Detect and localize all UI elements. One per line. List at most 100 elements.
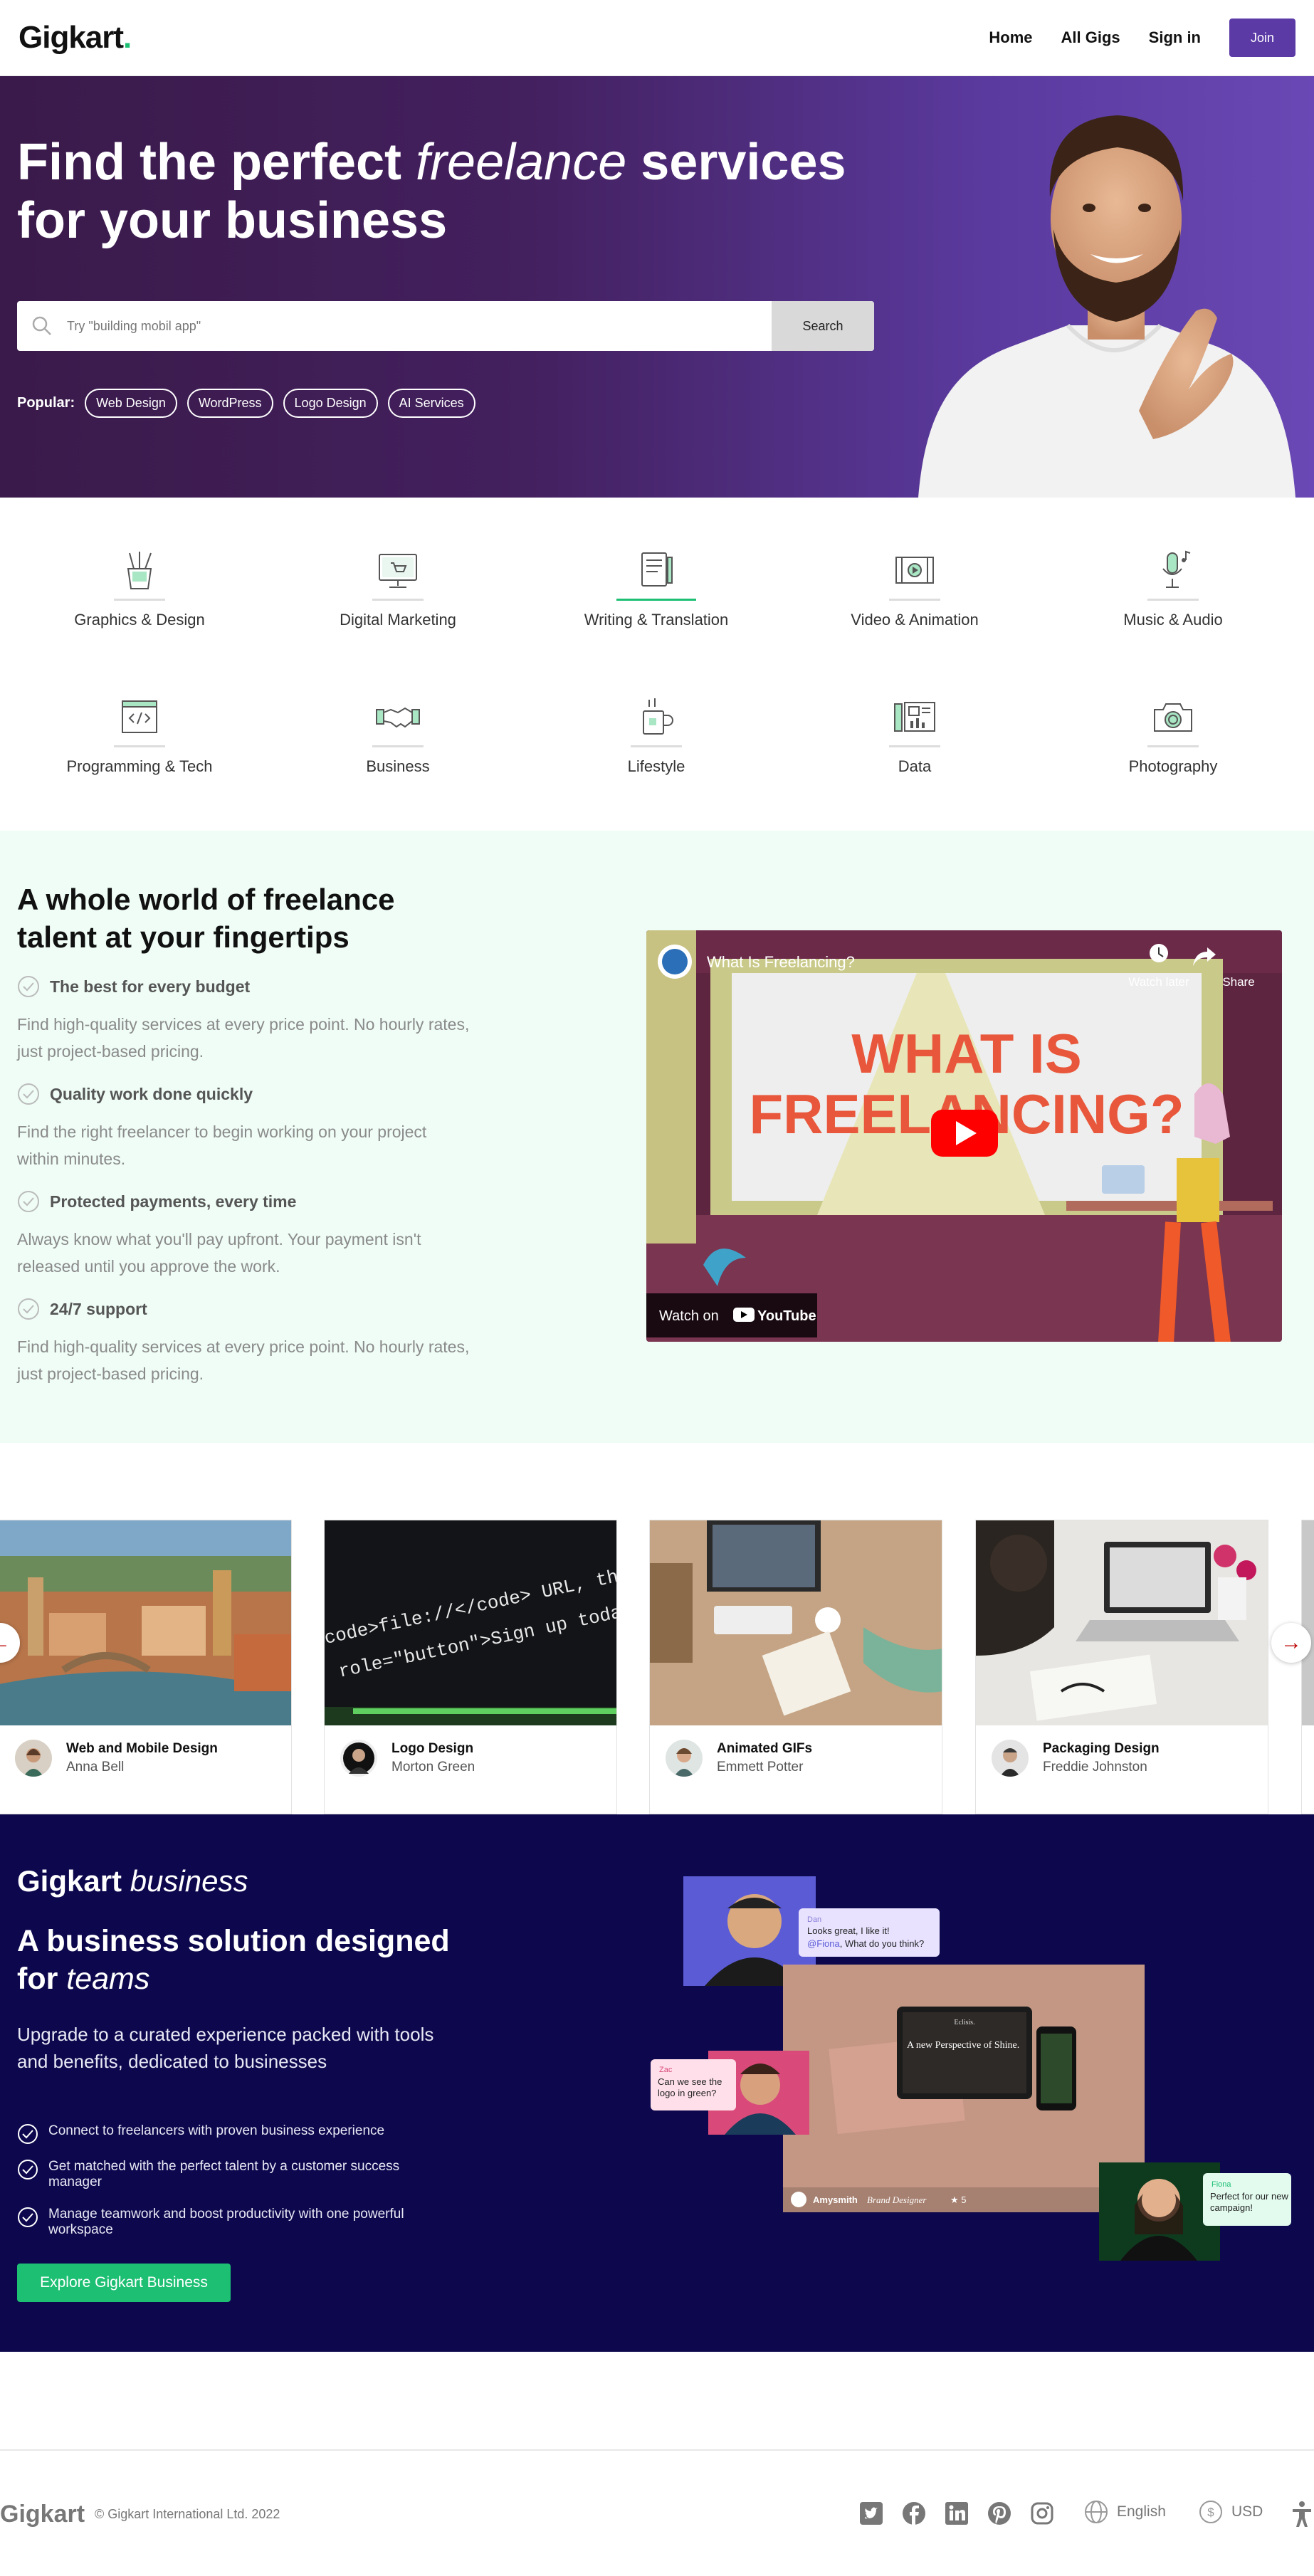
- gigs-carousel: Web and Mobile Design Anna Bell code>file…: [0, 1443, 1314, 1814]
- language-selector[interactable]: English: [1084, 2500, 1166, 2524]
- category-graphics-design[interactable]: Graphics & Design: [11, 547, 268, 629]
- feature-title: Quality work done quickly: [50, 1084, 253, 1103]
- watch-on-label: Watch on: [659, 1308, 719, 1324]
- youtube-video-embed[interactable]: WHAT IS FREELANCING? What Is Freelancing…: [646, 930, 1282, 1342]
- category-photography[interactable]: Photography: [1044, 694, 1302, 776]
- twitter-icon[interactable]: [858, 2500, 885, 2527]
- category-label: Digital Marketing: [340, 611, 456, 629]
- gig-image-laptop: [976, 1520, 1268, 1725]
- category-label: Business: [366, 757, 430, 775]
- join-button[interactable]: Join: [1229, 19, 1295, 57]
- popular-tag-logo-design[interactable]: Logo Design: [283, 389, 378, 418]
- category-data[interactable]: Data: [786, 694, 1044, 776]
- feature-desc: Find the right freelancer to begin worki…: [17, 1123, 427, 1168]
- feature-desc: Always know what you'll pay upfront. You…: [17, 1230, 421, 1276]
- gig-card[interactable]: Web and Mobile Design Anna Bell: [0, 1520, 292, 1814]
- chat-2-name: Zac: [659, 2066, 673, 2074]
- hero-person-image: [918, 115, 1295, 498]
- hero-title: Find the perfect freelance services for …: [17, 134, 846, 249]
- monitor-cart-icon: [379, 554, 417, 588]
- gig-author: Anna Bell: [66, 1760, 125, 1775]
- categories-section: Graphics & Design Digital Marketing Writ…: [0, 498, 1314, 831]
- gig-author: Morton Green: [391, 1760, 475, 1775]
- accessibility-button[interactable]: [1290, 2500, 1314, 2532]
- chat-1-name: Dan: [807, 1915, 821, 1924]
- category-label: Music & Audio: [1123, 611, 1223, 629]
- pinterest-icon[interactable]: [986, 2500, 1013, 2527]
- instagram-icon[interactable]: [1029, 2500, 1056, 2527]
- carousel-next-button[interactable]: →: [1271, 1623, 1311, 1663]
- chat-1-line-2: @Fiona, What do you think?: [807, 1938, 924, 1949]
- features-title: A whole world of freelance talent at you…: [17, 883, 395, 954]
- search-input[interactable]: [67, 301, 772, 351]
- popular-tag-web-design[interactable]: Web Design: [85, 389, 177, 418]
- nav-all-gigs-link[interactable]: All Gigs: [1061, 28, 1120, 47]
- category-writing-translation[interactable]: Writing & Translation: [527, 547, 785, 629]
- feature-item: Quality work done quickly Find the right…: [17, 1083, 473, 1172]
- pencil-cup-icon: [127, 552, 152, 589]
- check-circle-icon: [18, 2124, 38, 2144]
- site-header: Gigkart. Home All Gigs Sign in Join: [0, 0, 1314, 76]
- seller-role: Brand Designer: [867, 2194, 927, 2205]
- popular-tag-wordpress[interactable]: WordPress: [186, 389, 273, 418]
- business-collage-image: Dan Looks great, I like it! @Fiona, What…: [651, 1876, 1291, 2261]
- code-window-icon: [122, 700, 157, 733]
- business-section: Gigkart business A business solution des…: [0, 1814, 1314, 2352]
- category-programming-tech[interactable]: Programming & Tech: [11, 694, 268, 776]
- avatar: [666, 1740, 703, 1777]
- nav-home-link[interactable]: Home: [989, 28, 1032, 47]
- feature-title: Protected payments, every time: [50, 1192, 297, 1211]
- check-circle-icon: [18, 976, 39, 997]
- explore-business-button[interactable]: Explore Gigkart Business: [17, 2264, 231, 2302]
- category-music-audio[interactable]: Music & Audio: [1044, 547, 1302, 629]
- gig-title: Web and Mobile Design: [66, 1741, 218, 1756]
- site-footer: Gigkart © Gigkart International Ltd. 202…: [0, 2484, 1314, 2544]
- category-label: Photography: [1128, 757, 1218, 775]
- video-headline-line1: WHAT IS: [851, 1022, 1082, 1085]
- search-icon: [17, 301, 67, 351]
- search-button[interactable]: Search: [772, 301, 874, 351]
- category-lifestyle[interactable]: Lifestyle: [527, 694, 785, 776]
- share-label[interactable]: Share: [1222, 975, 1254, 989]
- seller-name: Amysmith: [813, 2194, 858, 2205]
- chart-dashboard-icon: [894, 702, 935, 732]
- business-description: Upgrade to a curated experience packed w…: [17, 2024, 434, 2072]
- feature-title: 24/7 support: [50, 1299, 147, 1318]
- feature-desc: Find high-quality services at every pric…: [17, 1015, 470, 1061]
- hero-search-bar: Search: [17, 301, 874, 351]
- gig-author: Emmett Potter: [717, 1760, 804, 1775]
- mockup-brand: Eclisis.: [954, 2019, 974, 2026]
- gig-image-code: code>file://</code> URL, the "next" role…: [325, 1520, 616, 1725]
- watch-later-label[interactable]: Watch later: [1128, 975, 1189, 989]
- gig-card[interactable]: Packaging Design Freddie Johnston: [975, 1520, 1268, 1814]
- category-digital-marketing[interactable]: Digital Marketing: [269, 547, 527, 629]
- feature-item: The best for every budget Find high-qual…: [17, 975, 473, 1065]
- gig-image-venice: [0, 1520, 291, 1725]
- svg-text:$: $: [1207, 2506, 1214, 2519]
- site-logo[interactable]: Gigkart.: [19, 20, 132, 56]
- globe-icon: [1085, 2501, 1108, 2523]
- gig-card[interactable]: code>file://</code> URL, the "next" role…: [324, 1520, 617, 1814]
- mockup-title: A new Perspective of Shine.: [907, 2040, 1019, 2051]
- check-circle-icon: [18, 2207, 38, 2227]
- category-video-animation[interactable]: Video & Animation: [786, 547, 1044, 629]
- seller-rating: 5: [961, 2194, 966, 2205]
- facebook-icon[interactable]: [900, 2500, 927, 2527]
- business-bullet: Get matched with the perfect talent by a…: [17, 2159, 430, 2190]
- linkedin-icon[interactable]: [943, 2500, 970, 2527]
- dollar-circle-icon: $: [1199, 2501, 1222, 2523]
- footer-logo[interactable]: Gigkart: [0, 2484, 85, 2544]
- gig-title: Logo Design: [391, 1741, 474, 1756]
- nav-sign-in-link[interactable]: Sign in: [1149, 28, 1201, 47]
- chat-3-text: Perfect for our new campaign!: [1210, 2191, 1288, 2213]
- avatar: [992, 1740, 1029, 1777]
- category-label: Graphics & Design: [74, 611, 205, 629]
- currency-selector[interactable]: $ USD: [1199, 2500, 1263, 2524]
- category-business[interactable]: Business: [269, 694, 527, 776]
- video-title[interactable]: What Is Freelancing?: [707, 953, 855, 971]
- chat-3-name: Fiona: [1211, 2180, 1231, 2189]
- gig-card-partial[interactable]: [1301, 1520, 1314, 1814]
- gig-card[interactable]: Animated GIFs Emmett Potter: [649, 1520, 942, 1814]
- category-label: Data: [898, 757, 932, 775]
- popular-tag-ai-services[interactable]: AI Services: [387, 389, 475, 418]
